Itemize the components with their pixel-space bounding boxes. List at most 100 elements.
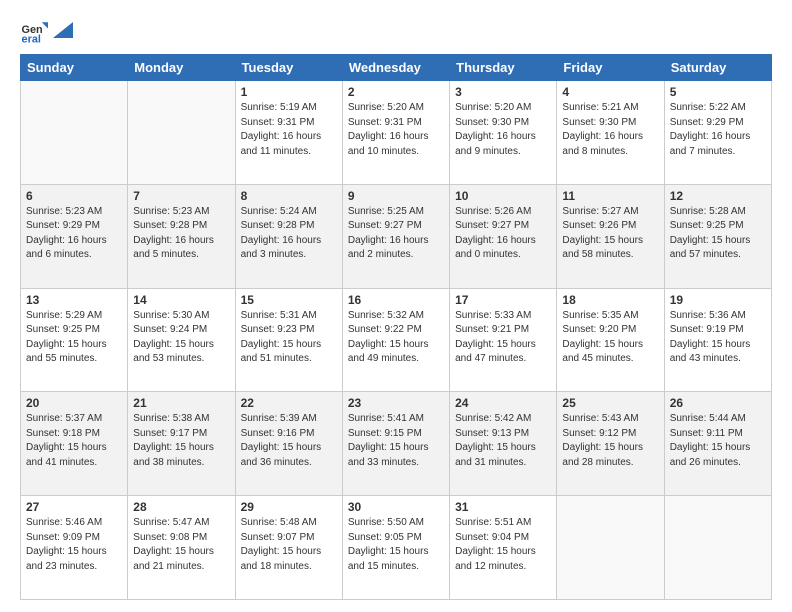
- day-info: Sunrise: 5:51 AM Sunset: 9:04 PM Dayligh…: [455, 516, 551, 574]
- day-info: Sunrise: 5:33 AM Sunset: 9:21 PM Dayligh…: [455, 309, 551, 367]
- day-info: Sunrise: 5:42 AM Sunset: 9:13 PM Dayligh…: [455, 412, 551, 470]
- calendar-cell: 14 Sunrise: 5:30 AM Sunset: 9:24 PM Dayli…: [128, 288, 235, 392]
- calendar-week-row: 20 Sunrise: 5:37 AM Sunset: 9:18 PM Dayli…: [21, 392, 772, 496]
- weekday-header: Monday: [128, 55, 235, 81]
- day-info: Sunrise: 5:44 AM Sunset: 9:11 PM Dayligh…: [670, 412, 766, 470]
- day-info: Sunrise: 5:50 AM Sunset: 9:05 PM Dayligh…: [348, 516, 444, 574]
- day-info: Sunrise: 5:39 AM Sunset: 9:16 PM Dayligh…: [241, 412, 337, 470]
- day-info: Sunrise: 5:37 AM Sunset: 9:18 PM Dayligh…: [26, 412, 122, 470]
- calendar-cell: 31 Sunrise: 5:51 AM Sunset: 9:04 PM Dayli…: [450, 496, 557, 600]
- calendar-cell: 3 Sunrise: 5:20 AM Sunset: 9:30 PM Daylig…: [450, 81, 557, 185]
- calendar-cell: 15 Sunrise: 5:31 AM Sunset: 9:23 PM Dayli…: [235, 288, 342, 392]
- day-number: 14: [133, 293, 229, 307]
- day-info: Sunrise: 5:30 AM Sunset: 9:24 PM Dayligh…: [133, 309, 229, 367]
- calendar-header-row: SundayMondayTuesdayWednesdayThursdayFrid…: [21, 55, 772, 81]
- calendar-cell: 7Sunrise: 5:23 AM Sunset: 9:28 PM Daylig…: [128, 184, 235, 288]
- weekday-header: Tuesday: [235, 55, 342, 81]
- day-number: 31: [455, 500, 551, 514]
- day-number: 30: [348, 500, 444, 514]
- day-info: Sunrise: 5:23 AM Sunset: 9:28 PM Dayligh…: [133, 205, 229, 263]
- calendar-week-row: 6 Sunrise: 5:23 AM Sunset: 9:29 PM Daylig…: [21, 184, 772, 288]
- day-number: 11: [562, 189, 658, 203]
- day-number: 1: [241, 85, 337, 99]
- day-number: 28: [133, 500, 229, 514]
- calendar-cell: 21 Sunrise: 5:38 AM Sunset: 9:17 PM Dayli…: [128, 392, 235, 496]
- weekday-header: Friday: [557, 55, 664, 81]
- day-info: Sunrise: 5:25 AM Sunset: 9:27 PM Dayligh…: [348, 205, 444, 263]
- day-info: Sunrise: 5:20 AM Sunset: 9:31 PM Dayligh…: [348, 101, 444, 159]
- logo: Gen eral: [20, 16, 74, 44]
- calendar-cell: 16Sunrise: 5:32 AM Sunset: 9:22 PM Dayli…: [342, 288, 449, 392]
- day-number: 27: [26, 500, 122, 514]
- day-number: 12: [670, 189, 766, 203]
- day-info: Sunrise: 5:27 AM Sunset: 9:26 PM Dayligh…: [562, 205, 658, 263]
- calendar-cell: 9 Sunrise: 5:25 AM Sunset: 9:27 PM Daylig…: [342, 184, 449, 288]
- calendar-cell: 23Sunrise: 5:41 AM Sunset: 9:15 PM Dayli…: [342, 392, 449, 496]
- day-info: Sunrise: 5:36 AM Sunset: 9:19 PM Dayligh…: [670, 309, 766, 367]
- calendar-cell: 24 Sunrise: 5:42 AM Sunset: 9:13 PM Dayli…: [450, 392, 557, 496]
- day-info: Sunrise: 5:47 AM Sunset: 9:08 PM Dayligh…: [133, 516, 229, 574]
- day-number: 13: [26, 293, 122, 307]
- weekday-header: Saturday: [664, 55, 771, 81]
- calendar-cell: 12 Sunrise: 5:28 AM Sunset: 9:25 PM Dayli…: [664, 184, 771, 288]
- calendar-cell: 25 Sunrise: 5:43 AM Sunset: 9:12 PM Dayli…: [557, 392, 664, 496]
- calendar-cell: 13 Sunrise: 5:29 AM Sunset: 9:25 PM Dayli…: [21, 288, 128, 392]
- day-number: 4: [562, 85, 658, 99]
- day-number: 9: [348, 189, 444, 203]
- day-info: Sunrise: 5:35 AM Sunset: 9:20 PM Dayligh…: [562, 309, 658, 367]
- day-number: 3: [455, 85, 551, 99]
- calendar-cell: 1 Sunrise: 5:19 AM Sunset: 9:31 PM Daylig…: [235, 81, 342, 185]
- day-info: Sunrise: 5:29 AM Sunset: 9:25 PM Dayligh…: [26, 309, 122, 367]
- day-info: Sunrise: 5:20 AM Sunset: 9:30 PM Dayligh…: [455, 101, 551, 159]
- calendar-cell: 8Sunrise: 5:24 AM Sunset: 9:28 PM Daylig…: [235, 184, 342, 288]
- day-number: 29: [241, 500, 337, 514]
- day-number: 24: [455, 396, 551, 410]
- day-number: 20: [26, 396, 122, 410]
- calendar-cell: [557, 496, 664, 600]
- day-info: Sunrise: 5:26 AM Sunset: 9:27 PM Dayligh…: [455, 205, 551, 263]
- logo-icon: Gen eral: [20, 16, 48, 44]
- day-info: Sunrise: 5:31 AM Sunset: 9:23 PM Dayligh…: [241, 309, 337, 367]
- calendar-cell: 17 Sunrise: 5:33 AM Sunset: 9:21 PM Dayli…: [450, 288, 557, 392]
- day-info: Sunrise: 5:46 AM Sunset: 9:09 PM Dayligh…: [26, 516, 122, 574]
- day-info: Sunrise: 5:38 AM Sunset: 9:17 PM Dayligh…: [133, 412, 229, 470]
- calendar-cell: 20 Sunrise: 5:37 AM Sunset: 9:18 PM Dayli…: [21, 392, 128, 496]
- day-info: Sunrise: 5:23 AM Sunset: 9:29 PM Dayligh…: [26, 205, 122, 263]
- day-info: Sunrise: 5:43 AM Sunset: 9:12 PM Dayligh…: [562, 412, 658, 470]
- weekday-header: Thursday: [450, 55, 557, 81]
- day-number: 6: [26, 189, 122, 203]
- calendar-cell: 22 Sunrise: 5:39 AM Sunset: 9:16 PM Dayli…: [235, 392, 342, 496]
- calendar-cell: [128, 81, 235, 185]
- calendar-cell: 18Sunrise: 5:35 AM Sunset: 9:20 PM Dayli…: [557, 288, 664, 392]
- day-number: 23: [348, 396, 444, 410]
- calendar-cell: 19 Sunrise: 5:36 AM Sunset: 9:19 PM Dayli…: [664, 288, 771, 392]
- day-number: 8: [241, 189, 337, 203]
- day-number: 26: [670, 396, 766, 410]
- day-info: Sunrise: 5:22 AM Sunset: 9:29 PM Dayligh…: [670, 101, 766, 159]
- day-number: 5: [670, 85, 766, 99]
- weekday-header: Wednesday: [342, 55, 449, 81]
- calendar-week-row: 13 Sunrise: 5:29 AM Sunset: 9:25 PM Dayli…: [21, 288, 772, 392]
- svg-text:eral: eral: [22, 33, 41, 44]
- calendar-cell: [664, 496, 771, 600]
- day-number: 25: [562, 396, 658, 410]
- calendar-cell: [21, 81, 128, 185]
- calendar-cell: 11 Sunrise: 5:27 AM Sunset: 9:26 PM Dayli…: [557, 184, 664, 288]
- day-number: 21: [133, 396, 229, 410]
- calendar-cell: 26 Sunrise: 5:44 AM Sunset: 9:11 PM Dayli…: [664, 392, 771, 496]
- calendar-cell: 29Sunrise: 5:48 AM Sunset: 9:07 PM Dayli…: [235, 496, 342, 600]
- day-number: 22: [241, 396, 337, 410]
- calendar-cell: 28 Sunrise: 5:47 AM Sunset: 9:08 PM Dayli…: [128, 496, 235, 600]
- calendar-cell: 6 Sunrise: 5:23 AM Sunset: 9:29 PM Daylig…: [21, 184, 128, 288]
- day-number: 19: [670, 293, 766, 307]
- day-info: Sunrise: 5:28 AM Sunset: 9:25 PM Dayligh…: [670, 205, 766, 263]
- day-number: 17: [455, 293, 551, 307]
- calendar-week-row: 27 Sunrise: 5:46 AM Sunset: 9:09 PM Dayli…: [21, 496, 772, 600]
- calendar-cell: 10Sunrise: 5:26 AM Sunset: 9:27 PM Dayli…: [450, 184, 557, 288]
- calendar-table: SundayMondayTuesdayWednesdayThursdayFrid…: [20, 54, 772, 600]
- day-info: Sunrise: 5:21 AM Sunset: 9:30 PM Dayligh…: [562, 101, 658, 159]
- day-number: 15: [241, 293, 337, 307]
- day-info: Sunrise: 5:19 AM Sunset: 9:31 PM Dayligh…: [241, 101, 337, 159]
- calendar-cell: 2Sunrise: 5:20 AM Sunset: 9:31 PM Daylig…: [342, 81, 449, 185]
- day-info: Sunrise: 5:32 AM Sunset: 9:22 PM Dayligh…: [348, 309, 444, 367]
